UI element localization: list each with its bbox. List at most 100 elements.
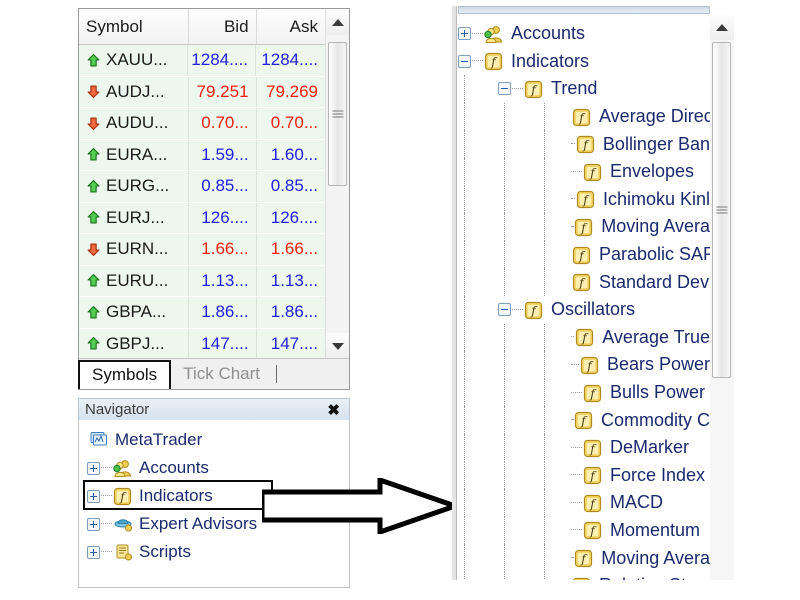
cell-ask: 0.85... [255, 171, 325, 202]
tree-item-label: MACD [610, 492, 663, 513]
scrollbar-thumb[interactable] [328, 42, 347, 186]
scrollbar-thumb[interactable] [712, 42, 731, 378]
expand-plus-icon[interactable] [87, 461, 100, 475]
cell-ask: 1.60... [255, 139, 325, 170]
tree-item-trend[interactable]: f Trend [452, 75, 710, 103]
expand-minus-icon[interactable] [498, 82, 511, 96]
expand-plus-icon[interactable] [87, 545, 100, 559]
tree-connector [571, 143, 575, 145]
tree-indent [538, 185, 570, 214]
indicator-tree-panel: Accounts f Indicators f Trend f Average Direc f… [452, 6, 734, 580]
tree-indent [458, 461, 498, 490]
cell-ask: 0.70... [255, 108, 325, 139]
tree-connector [571, 198, 575, 200]
expand-minus-icon[interactable] [498, 303, 511, 317]
symbol-label: EURJ... [106, 207, 165, 227]
price-up-arrow-icon [86, 336, 101, 351]
tree-connector [571, 363, 579, 366]
scroll-up-arrow-icon[interactable] [326, 9, 349, 35]
tree-item-label: Commodity C [600, 409, 710, 430]
price-up-arrow-icon [86, 210, 101, 225]
tree-item-moving-avera[interactable]: f Moving Avera [452, 213, 710, 241]
price-up-arrow-icon [86, 273, 101, 288]
table-row[interactable]: EURA... 1.59... 1.60... [79, 139, 325, 171]
symbol-label: EURN... [106, 239, 169, 259]
table-row[interactable]: EURG... 0.85... 0.85... [79, 171, 325, 203]
market-watch-scrollbar[interactable] [325, 9, 349, 359]
tree-item-parabolic-sar[interactable]: f Parabolic SAR [452, 240, 710, 269]
symbol-label: EURA... [106, 144, 168, 164]
tab-tick-chart[interactable]: Tick Chart [171, 360, 272, 389]
tree-item-macd[interactable]: f MACD [452, 489, 710, 517]
expand-plus-icon[interactable] [458, 27, 471, 41]
tree-indent [498, 378, 538, 407]
tree-indent [538, 351, 570, 379]
function-icon: f [583, 521, 603, 540]
tree-item-relative-stren[interactable]: f Relative Stren [452, 571, 710, 580]
navigator-root-metatrader[interactable]: MetaTrader [87, 426, 349, 454]
function-icon: f [574, 218, 594, 237]
tree-item-commodity-c[interactable]: f Commodity C [452, 406, 710, 434]
column-header-symbol[interactable]: Symbol [79, 9, 188, 44]
scroll-down-arrow-icon[interactable] [326, 333, 349, 359]
tree-item-oscillators[interactable]: f Oscillators [452, 295, 710, 324]
tree-connector [571, 474, 582, 476]
close-icon[interactable]: ✖ [324, 401, 343, 419]
tree-item-demarker[interactable]: f DeMarker [452, 433, 710, 462]
table-row[interactable]: XAUU... 1284.... 1284.... [79, 45, 325, 77]
table-row[interactable]: EURJ... 126.... 126.... [79, 202, 325, 234]
tree-item-bollinger-ban[interactable]: f Bollinger Ban [452, 130, 710, 158]
table-row[interactable]: AUDJ... 79.251 79.269 [79, 76, 325, 108]
column-header-ask[interactable]: Ask [255, 9, 325, 44]
tree-indent [458, 323, 498, 352]
table-row[interactable]: EURN... 1.66... 1.66... [79, 234, 325, 266]
table-row[interactable]: EURU... 1.13... 1.13... [79, 265, 325, 297]
tree-item-moving-avera[interactable]: f Moving Avera [452, 544, 710, 572]
symbol-label: XAUU... [106, 50, 168, 70]
cell-ask: 1.66... [255, 234, 325, 265]
column-header-bid[interactable]: Bid [188, 9, 255, 44]
tree-indent [498, 544, 538, 572]
tree-item-label: Average True [602, 326, 710, 347]
tree-item-indicators[interactable]: f Indicators [452, 48, 710, 76]
tree-item-envelopes[interactable]: f Envelopes [452, 157, 710, 186]
tab-symbols[interactable]: Symbols [78, 360, 172, 389]
cell-ask: 1284.... [255, 45, 325, 76]
table-row[interactable]: GBPJ... 147.... 147.... [79, 328, 325, 359]
cell-bid: 126.... [188, 202, 255, 233]
tree-connector [571, 336, 575, 338]
table-row[interactable]: AUDU... 0.70... 0.70... [79, 108, 325, 140]
expand-minus-icon[interactable] [458, 54, 471, 68]
symbol-label: AUDU... [106, 113, 169, 133]
function-icon: f [574, 411, 594, 430]
function-icon: f [572, 577, 592, 580]
function-icon: f [572, 246, 592, 264]
sidebar-item-scripts[interactable]: Scripts [87, 538, 349, 566]
tree-item-ichimoku-kinl[interactable]: f Ichimoku Kinl [452, 185, 710, 214]
tree-item-standard-devi[interactable]: f Standard Devi [452, 268, 710, 296]
tree-item-bulls-power[interactable]: f Bulls Power [452, 378, 710, 407]
function-icon: f [576, 135, 596, 154]
sidebar-item-label: Expert Advisors [139, 514, 258, 533]
tree-item-average-direc[interactable]: f Average Direc [452, 102, 710, 131]
tree-item-bears-power[interactable]: f Bears Power [452, 351, 710, 379]
table-row[interactable]: GBPA... 1.86... 1.86... [79, 297, 325, 329]
tree-item-average-true[interactable]: f Average True [452, 323, 710, 352]
indicator-tree-scrollbar[interactable] [710, 14, 734, 580]
sidebar-item-label: Scripts [139, 542, 191, 561]
tree-item-label: Average Direc [599, 106, 710, 127]
market-watch-panel: Symbol Bid Ask XAUU... 1284.... 1284.... AU… [78, 8, 350, 390]
tree-connector [571, 446, 582, 449]
expand-plus-icon[interactable] [87, 489, 100, 503]
tree-item-accounts[interactable]: Accounts [452, 20, 710, 48]
scroll-up-arrow-icon[interactable] [710, 14, 734, 40]
market-watch-tabs: Symbols Tick Chart [78, 358, 349, 389]
tree-item-force-index[interactable]: f Force Index [452, 461, 710, 490]
symbol-label: AUDJ... [106, 81, 165, 101]
tree-item-label: Bulls Power [610, 382, 706, 403]
function-icon: f [524, 80, 544, 99]
expand-plus-icon[interactable] [87, 517, 100, 531]
tree-item-momentum[interactable]: f Momentum [452, 516, 710, 545]
tree-indent [458, 433, 498, 462]
tree-indent [538, 102, 570, 131]
